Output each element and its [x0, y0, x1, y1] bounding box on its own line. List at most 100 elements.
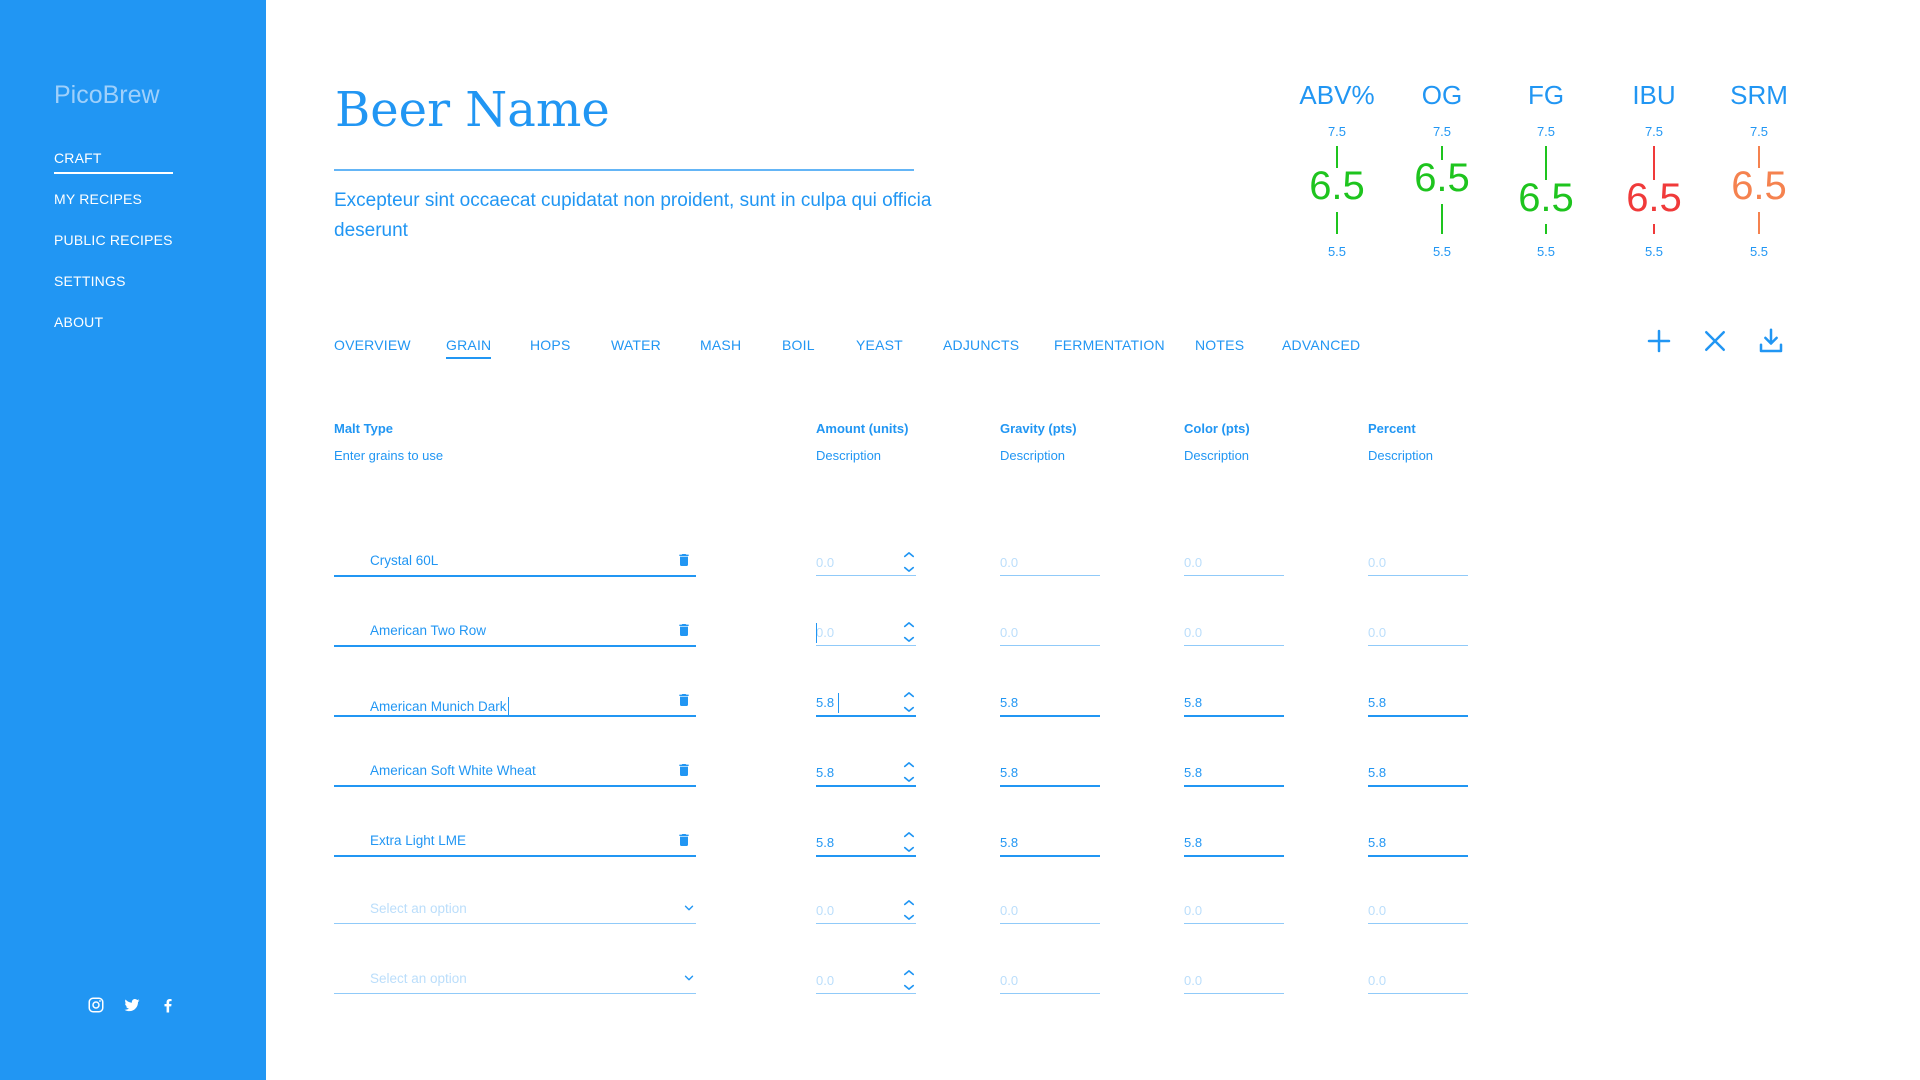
- nav-settings[interactable]: SETTINGS: [54, 273, 126, 289]
- gravity-input[interactable]: 0.0: [1000, 595, 1100, 646]
- malt-select[interactable]: American Soft White Wheat: [334, 735, 696, 787]
- gravity-input[interactable]: 0.0: [1000, 873, 1100, 924]
- stat-min: 5.5: [1749, 244, 1769, 259]
- spinner-arrows-icon[interactable]: [902, 963, 916, 997]
- spinner-arrows-icon[interactable]: [902, 825, 916, 859]
- gravity-value: 5.8: [1000, 695, 1019, 710]
- tab-hops[interactable]: HOPS: [530, 337, 570, 353]
- percent-input[interactable]: 0.0: [1368, 873, 1468, 924]
- malt-select[interactable]: American Two Row: [334, 595, 696, 647]
- gravity-input[interactable]: 5.8: [1000, 665, 1100, 717]
- stat-tick-bottom: [1545, 224, 1547, 234]
- tab-yeast[interactable]: YEAST: [856, 337, 903, 353]
- trash-icon[interactable]: [676, 621, 692, 639]
- trash-icon[interactable]: [676, 761, 692, 779]
- spinner-arrows-icon[interactable]: [902, 893, 916, 927]
- stat-min: 5.5: [1432, 244, 1452, 259]
- brand-logo[interactable]: PicoBrew: [54, 81, 160, 110]
- trash-icon[interactable]: [676, 691, 692, 709]
- amount-value: 0.0: [816, 973, 835, 988]
- spinner-arrows-icon[interactable]: [902, 545, 916, 579]
- trash-icon[interactable]: [676, 831, 692, 849]
- tab-grain[interactable]: GRAIN: [446, 337, 492, 359]
- percent-value: 5.8: [1368, 765, 1387, 780]
- tab-water[interactable]: WATER: [611, 337, 661, 353]
- text-caret: [507, 697, 509, 715]
- instagram-icon[interactable]: [87, 996, 105, 1014]
- facebook-icon[interactable]: [159, 996, 177, 1014]
- amount-value: 0.0: [816, 555, 835, 570]
- tab-fermentation[interactable]: FERMENTATION: [1054, 337, 1165, 353]
- trash-icon[interactable]: [676, 551, 692, 569]
- stat-tick-top: [1653, 146, 1655, 180]
- color-input[interactable]: 0.0: [1184, 595, 1284, 646]
- percent-input[interactable]: 0.0: [1368, 595, 1468, 646]
- color-input[interactable]: 5.8: [1184, 735, 1284, 787]
- color-value: 0.0: [1184, 625, 1203, 640]
- chevron-down-icon[interactable]: [682, 901, 696, 915]
- gravity-input[interactable]: 0.0: [1000, 943, 1100, 994]
- stat-tick-bottom: [1653, 224, 1655, 234]
- malt-select[interactable]: American Munich Dark: [334, 665, 696, 717]
- close-icon[interactable]: [1700, 326, 1730, 356]
- beer-name-title[interactable]: Beer Name: [335, 82, 610, 138]
- chevron-down-icon[interactable]: [682, 971, 696, 985]
- amount-input[interactable]: 0.0: [816, 943, 916, 994]
- nav-public-recipes[interactable]: PUBLIC RECIPES: [54, 232, 173, 248]
- percent-input[interactable]: 0.0: [1368, 943, 1468, 994]
- malt-select[interactable]: Crystal 60L: [334, 525, 696, 577]
- color-input[interactable]: 0.0: [1184, 873, 1284, 924]
- malt-select-empty[interactable]: Select an option: [334, 943, 696, 994]
- amount-input[interactable]: 5.8: [816, 735, 916, 787]
- gravity-input[interactable]: 0.0: [1000, 525, 1100, 576]
- color-input[interactable]: 0.0: [1184, 525, 1284, 576]
- percent-input[interactable]: 0.0: [1368, 525, 1468, 576]
- percent-input[interactable]: 5.8: [1368, 805, 1468, 857]
- amount-input[interactable]: 0.0: [816, 873, 916, 924]
- tab-mash[interactable]: MASH: [700, 337, 741, 353]
- nav-my-recipes[interactable]: MY RECIPES: [54, 191, 142, 207]
- gravity-value: 0.0: [1000, 903, 1019, 918]
- tab-advanced[interactable]: ADVANCED: [1282, 337, 1360, 353]
- malt-select-empty[interactable]: Select an option: [334, 873, 696, 924]
- tab-boil[interactable]: BOIL: [782, 337, 815, 353]
- stat-max: 7.5: [1432, 124, 1452, 139]
- nav-craft[interactable]: CRAFT: [54, 150, 173, 174]
- nav-about[interactable]: ABOUT: [54, 314, 103, 330]
- download-icon[interactable]: [1756, 326, 1786, 356]
- twitter-icon[interactable]: [123, 996, 141, 1014]
- gravity-value: 0.0: [1000, 973, 1019, 988]
- color-input[interactable]: 5.8: [1184, 665, 1284, 717]
- stat-tick-bottom: [1336, 212, 1338, 234]
- plus-icon[interactable]: [1644, 326, 1674, 356]
- malt-name: American Two Row: [370, 623, 487, 638]
- beer-description[interactable]: Excepteur sint occaecat cupidatat non pr…: [334, 186, 934, 246]
- color-input[interactable]: 5.8: [1184, 805, 1284, 857]
- amount-input[interactable]: 0.0: [816, 595, 916, 646]
- gravity-value: 0.0: [1000, 555, 1019, 570]
- percent-input[interactable]: 5.8: [1368, 735, 1468, 787]
- stat-value: 6.5: [1518, 176, 1574, 220]
- stat-tick-top: [1545, 146, 1547, 180]
- amount-value: 0.0: [816, 903, 835, 918]
- percent-input[interactable]: 5.8: [1368, 665, 1468, 717]
- tab-overview[interactable]: OVERVIEW: [334, 337, 411, 353]
- spinner-arrows-icon[interactable]: [902, 685, 916, 719]
- gravity-input[interactable]: 5.8: [1000, 735, 1100, 787]
- amount-input[interactable]: 0.0: [816, 525, 916, 576]
- malt-name: Extra Light LME: [370, 833, 467, 848]
- stat-max: 7.5: [1644, 124, 1664, 139]
- spinner-arrows-icon[interactable]: [902, 615, 916, 649]
- tab-adjuncts[interactable]: ADJUNCTS: [943, 337, 1019, 353]
- amount-value: 0.0: [816, 625, 835, 640]
- gravity-input[interactable]: 5.8: [1000, 805, 1100, 857]
- malt-select[interactable]: Extra Light LME: [334, 805, 696, 857]
- spinner-arrows-icon[interactable]: [902, 755, 916, 789]
- stat-value: 6.5: [1414, 156, 1470, 200]
- color-input[interactable]: 0.0: [1184, 943, 1284, 994]
- amount-input[interactable]: 5.8: [816, 665, 916, 717]
- malt-name: American Munich Dark: [370, 697, 509, 715]
- tab-notes[interactable]: NOTES: [1195, 337, 1244, 353]
- stat-fg: FG 7.5 6.5 5.5: [1496, 80, 1596, 260]
- amount-input[interactable]: 5.8: [816, 805, 916, 857]
